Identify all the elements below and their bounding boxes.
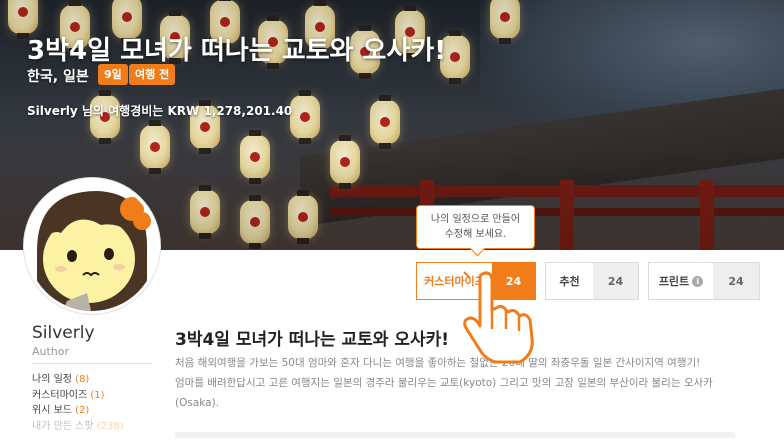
tooltip-line: 나의 일정으로 만들어 xyxy=(430,214,521,225)
hand-pointer-icon xyxy=(463,270,534,364)
author-role: Author xyxy=(32,345,70,358)
menu-item-count: (8) xyxy=(75,374,90,385)
avatar-illustration xyxy=(27,181,157,311)
menu-item-my-schedule[interactable]: 나의 일정 (8) xyxy=(32,372,124,388)
menu-item-label: 커스터마이즈 xyxy=(32,389,88,401)
trip-budget: Silverly 님의 여행경비는 KRW 1,278,201.40 xyxy=(27,104,293,118)
print-button-label-wrap: 프린트 i xyxy=(649,263,713,299)
menu-item-count: (2) xyxy=(75,405,90,416)
status-badge: 여행 전 xyxy=(129,64,176,85)
menu-item-count: (1) xyxy=(90,389,105,401)
description-line: (Osaka). xyxy=(175,397,220,409)
print-button[interactable]: 프린트 i 24 xyxy=(648,262,760,300)
menu-item-label: 위시 보드 xyxy=(32,405,72,416)
duration-badge: 9일 xyxy=(98,64,128,85)
menu-item-my-spots[interactable]: 내가 만든 스팟 (238) xyxy=(32,419,124,435)
menu-item-label: 나의 일정 xyxy=(32,374,72,385)
recommend-button[interactable]: 추천 24 xyxy=(545,262,639,300)
print-count: 24 xyxy=(713,263,759,299)
faded-content xyxy=(175,432,735,438)
customize-tooltip: 나의 일정으로 만들어 수정해 보세요. xyxy=(416,205,535,249)
description-line: 엄마를 배려한답시고 고른 여행지는 일본의 경주라 불리우는 교토(kyoto… xyxy=(175,377,713,389)
menu-item-label: 내가 만든 스팟 xyxy=(32,420,94,432)
avatar[interactable] xyxy=(24,178,160,314)
divider xyxy=(32,363,152,364)
recommend-button-label: 추천 xyxy=(559,275,580,288)
menu-item-customize[interactable]: 커스터마이즈 (1) xyxy=(32,388,124,404)
recommend-count: 24 xyxy=(593,263,638,299)
trip-title: 3박4일 모녀가 떠나는 교토와 오사카! xyxy=(27,36,447,66)
author-menu: 나의 일정 (8) 커스터마이즈 (1) 위시 보드 (2) 내가 만든 스팟 … xyxy=(32,372,124,434)
tooltip-line: 수정해 보세요. xyxy=(444,229,507,240)
page-title: 3박4일 모녀가 떠나는 교토와 오사카! xyxy=(175,330,450,350)
info-icon[interactable]: i xyxy=(692,275,704,287)
print-button-label: 프린트 xyxy=(658,275,690,288)
trip-description: 처음 해외여행을 가보는 50대 엄마와 혼자 다니는 여행을 좋아하는 철없는… xyxy=(175,353,735,413)
trip-location: 한국, 일본 xyxy=(27,69,89,85)
author-name[interactable]: Silverly xyxy=(32,323,95,343)
description-line: 처음 해외여행을 가보는 50대 엄마와 혼자 다니는 여행을 좋아하는 철없는… xyxy=(175,357,701,369)
menu-item-wishboard[interactable]: 위시 보드 (2) xyxy=(32,403,124,419)
menu-item-count: (238) xyxy=(96,420,124,432)
